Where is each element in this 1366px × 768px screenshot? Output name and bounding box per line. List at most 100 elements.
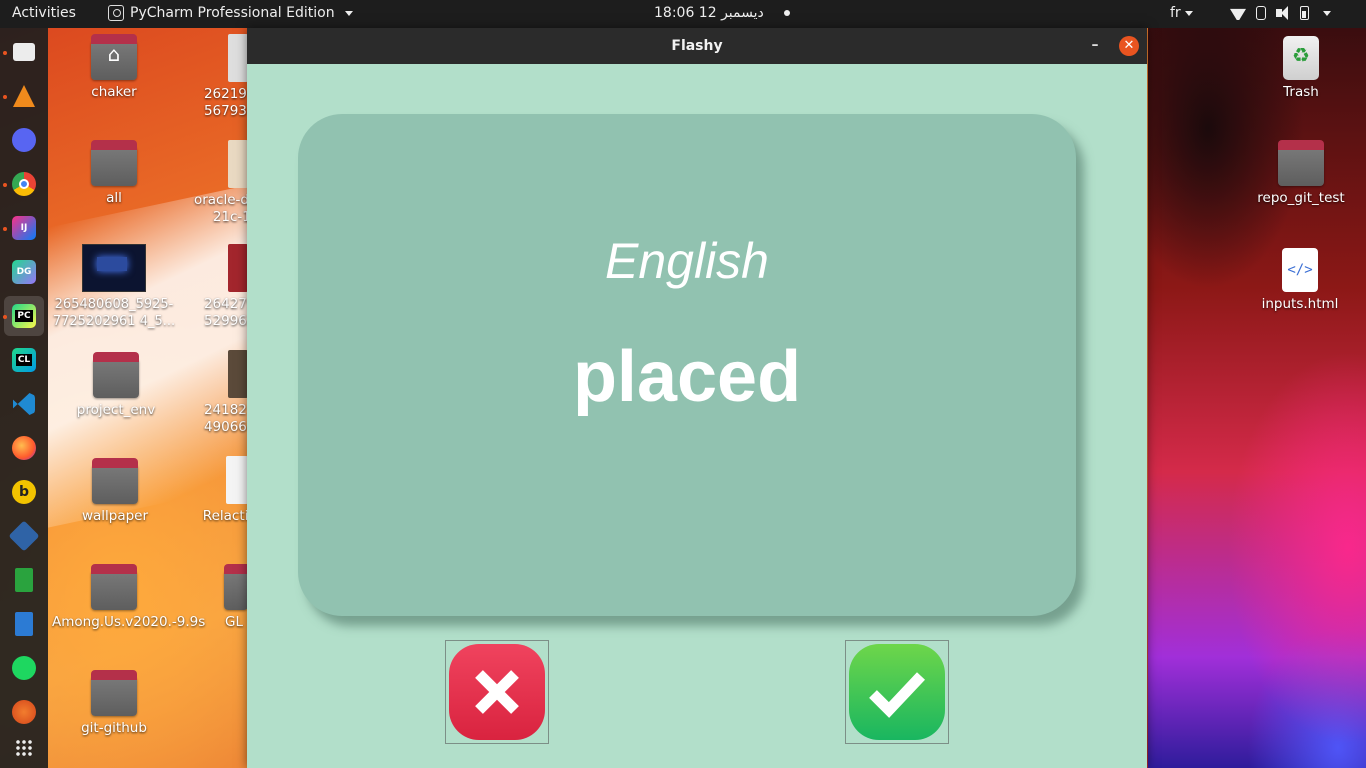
system-status-menu[interactable] — [1230, 6, 1331, 20]
virtualbox-icon — [8, 520, 40, 552]
window-title: Flashy — [671, 38, 723, 54]
desktop-icon-project-env[interactable]: project_env — [70, 352, 162, 419]
dock-intellij[interactable]: IJ — [8, 212, 40, 244]
document-icon — [226, 456, 248, 504]
folder-icon — [1278, 140, 1324, 186]
pycharm-app-icon — [108, 5, 124, 21]
running-indicator — [3, 183, 7, 187]
dock-vlc[interactable] — [8, 80, 40, 112]
right-button[interactable] — [845, 640, 949, 744]
checkmark-icon — [849, 644, 945, 740]
language-menu[interactable]: fr — [1170, 5, 1193, 21]
chevron-down-icon — [1323, 10, 1331, 16]
compass-icon — [12, 700, 36, 724]
desktop-icon-label: 265480608_5925-7725202961 4_5... — [52, 297, 176, 329]
battery-icon — [1300, 6, 1309, 20]
flash-card: English placed — [298, 114, 1076, 616]
trash-icon — [1283, 36, 1319, 80]
activities-button[interactable]: Activities — [12, 5, 76, 21]
dock-firefox[interactable] — [8, 432, 40, 464]
app-menu[interactable]: PyCharm Professional Edition — [108, 5, 353, 21]
image-thumbnail — [228, 244, 248, 292]
dock-discord[interactable] — [8, 124, 40, 156]
clock-label: 18:06 12 ديسمبر — [654, 5, 764, 21]
image-thumbnail — [228, 350, 248, 398]
dock-virtualbox[interactable] — [8, 520, 40, 552]
dock-writer[interactable] — [8, 608, 40, 640]
chevron-down-icon — [1184, 10, 1193, 16]
desktop-icon-label: chaker — [91, 84, 137, 100]
dock-spotify[interactable] — [8, 652, 40, 684]
dock-datagrip[interactable]: DG — [8, 256, 40, 288]
bitwarden-icon: b — [12, 480, 36, 504]
image-thumbnail — [82, 244, 146, 292]
desktop-icon-label: git-github — [81, 720, 147, 736]
pycharm-icon: PC — [12, 304, 36, 328]
desktop-icon-git-github[interactable]: git-github — [70, 670, 158, 737]
cross-icon — [449, 644, 545, 740]
dock-calc[interactable] — [8, 564, 40, 596]
card-language: English — [605, 233, 769, 289]
notification-dot-icon — [783, 10, 790, 16]
dock: IJ DG PC CL b — [0, 28, 48, 768]
dock-bitwarden[interactable]: b — [8, 476, 40, 508]
window-titlebar[interactable]: Flashy – ✕ — [247, 28, 1147, 64]
desktop-icon-image-file[interactable]: 265480608_5925-7725202961 4_5... — [52, 244, 176, 330]
firefox-icon — [12, 436, 36, 460]
card-word: placed — [572, 337, 802, 417]
writer-icon — [15, 612, 33, 636]
dock-pycharm[interactable]: PC — [4, 296, 44, 336]
files-icon — [13, 43, 35, 61]
running-indicator — [3, 51, 7, 55]
dock-compass[interactable] — [8, 696, 40, 728]
desktop-icon-trash[interactable]: Trash — [1256, 36, 1346, 101]
chevron-down-icon — [344, 10, 353, 16]
package-icon — [228, 140, 248, 188]
clock[interactable]: 18:06 12 ديسمبر — [654, 5, 790, 21]
intellij-icon: IJ — [12, 216, 36, 240]
datagrip-icon: DG — [12, 260, 36, 284]
spotify-icon — [12, 656, 36, 680]
dock-clion[interactable]: CL — [8, 344, 40, 376]
desktop-icon-all[interactable]: all — [70, 140, 158, 207]
discord-icon — [12, 128, 36, 152]
minimize-button[interactable]: – — [1083, 36, 1107, 56]
running-indicator — [3, 95, 7, 99]
html-file-icon: </> — [1282, 248, 1318, 292]
folder-icon — [91, 564, 137, 610]
desktop-icon-label: wallpaper — [81, 508, 149, 524]
wifi-icon — [1230, 6, 1246, 20]
desktop-icon-among-us[interactable]: Among.Us.v2020.-9.9s — [52, 564, 205, 631]
folder-icon — [91, 140, 137, 186]
clion-icon: CL — [12, 348, 36, 372]
home-folder-icon — [91, 34, 137, 80]
dock-files[interactable] — [8, 36, 40, 68]
desktop-icon-label: Trash — [1283, 84, 1319, 100]
desktop-icon-repo-git-test[interactable]: repo_git_test — [1246, 140, 1356, 207]
language-label: fr — [1170, 5, 1181, 21]
volume-icon — [1276, 6, 1290, 20]
folder-icon — [92, 458, 138, 504]
vscode-icon — [13, 393, 35, 415]
desktop-icon-inputs-html[interactable]: </> inputs.html — [1250, 248, 1350, 313]
bluetooth-icon — [1256, 6, 1266, 20]
desktop-icon-wallpaper[interactable]: wallpaper — [70, 458, 160, 525]
desktop-icon-label: all — [106, 190, 122, 206]
folder-icon — [224, 564, 270, 610]
apps-grid-icon — [15, 739, 33, 757]
desktop-icon-label: inputs.html — [1261, 296, 1339, 312]
show-applications-button[interactable] — [8, 732, 40, 764]
desktop-icon-chaker[interactable]: chaker — [70, 34, 158, 101]
close-button[interactable]: ✕ — [1119, 36, 1139, 56]
flashy-window: Flashy – ✕ English placed — [247, 28, 1147, 768]
dock-chrome[interactable] — [8, 168, 40, 200]
wallpaper-right — [1148, 28, 1366, 768]
vlc-icon — [13, 85, 35, 107]
folder-icon — [93, 352, 139, 398]
dock-vscode[interactable] — [8, 388, 40, 420]
desktop-icon-label: project_env — [76, 402, 156, 418]
running-indicator — [3, 227, 7, 231]
wrong-button[interactable] — [445, 640, 549, 744]
running-indicator — [3, 315, 7, 319]
calc-icon — [15, 568, 33, 592]
